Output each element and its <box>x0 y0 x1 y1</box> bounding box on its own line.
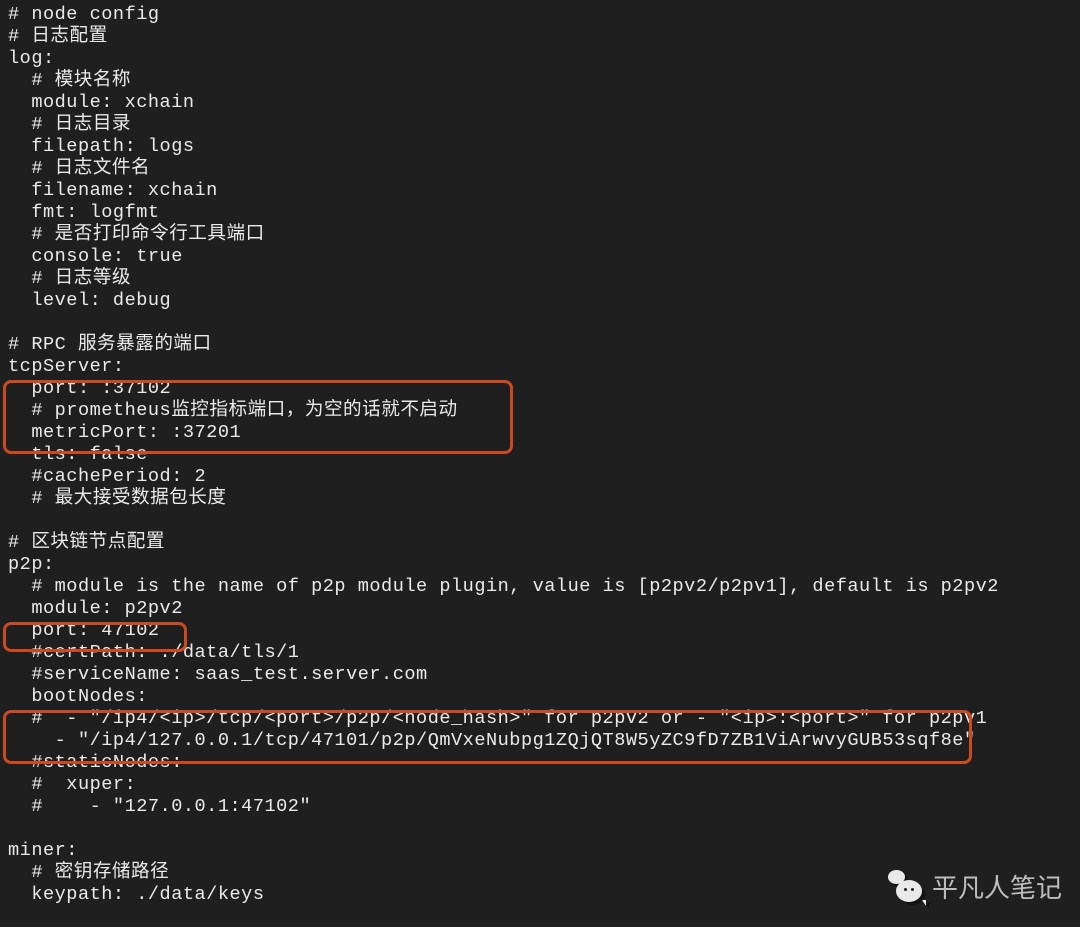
config-file-content: # node config # 日志配置 log: # 模块名称 module:… <box>0 0 1080 914</box>
